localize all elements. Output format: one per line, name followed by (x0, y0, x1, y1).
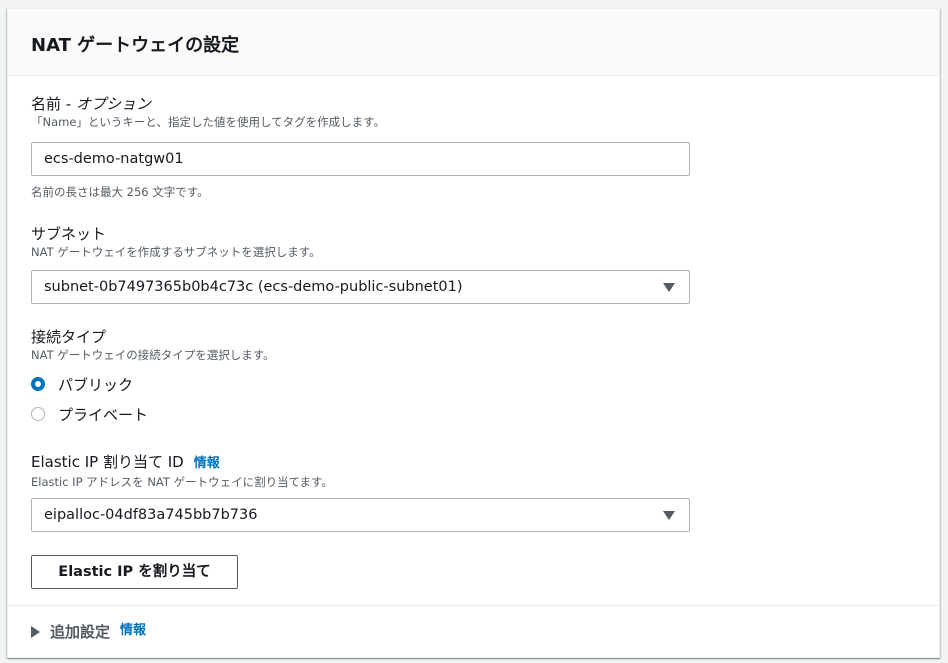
subnet-description: NAT ゲートウェイを作成するサブネットを選択します。 (31, 245, 321, 259)
name-constraint: 名前の長さは最大 256 文字です。 (31, 185, 209, 199)
eip-select[interactable]: eipalloc-04df83a745bb7b736 (31, 498, 690, 532)
radio-private[interactable]: プライベート (31, 403, 148, 425)
eip-info-link[interactable]: 情報 (194, 456, 220, 471)
radio-public-label: パブリック (58, 375, 134, 394)
caret-down-icon (663, 511, 675, 520)
panel-header: NAT ゲートウェイの設定 (8, 9, 939, 76)
eip-field-header: Elastic IP 割り当て ID 情報 Elastic IP アドレスを NA… (31, 452, 333, 490)
radio-selected-icon[interactable] (31, 377, 45, 391)
eip-select-value: eipalloc-04df83a745bb7b736 (44, 507, 258, 523)
section-divider (8, 605, 939, 606)
connectivity-description: NAT ゲートウェイの接続タイプを選択します。 (31, 348, 275, 362)
panel-title: NAT ゲートウェイの設定 (31, 35, 240, 56)
name-description: 「Name」というキーと、指定した値を使用してタグを作成します。 (31, 115, 385, 129)
eip-label-text: Elastic IP 割り当て ID (31, 453, 184, 471)
name-label: 名前 - オプション (31, 94, 385, 114)
additional-settings-expander[interactable]: 追加設定 情報 (31, 621, 146, 642)
name-label-optional: オプション (75, 95, 151, 113)
subnet-select[interactable]: subnet-0b7497365b0b4c73c (ecs-demo-publi… (31, 270, 690, 304)
caret-down-icon (663, 283, 675, 292)
name-input[interactable]: ecs-demo-natgw01 (31, 142, 690, 176)
subnet-field-header: サブネット NAT ゲートウェイを作成するサブネットを選択します。 (31, 224, 321, 260)
additional-settings-label[interactable]: 追加設定 (50, 621, 110, 642)
radio-private-label: プライベート (58, 405, 149, 424)
nat-gateway-settings-panel: NAT ゲートウェイの設定 名前 - オプション 「Name」というキーと、指定… (7, 8, 940, 658)
name-label-text: 名前 - (31, 95, 76, 113)
connectivity-field-header: 接続タイプ NAT ゲートウェイの接続タイプを選択します。 (31, 327, 275, 363)
subnet-select-value: subnet-0b7497365b0b4c73c (ecs-demo-publi… (44, 279, 463, 295)
subnet-label: サブネット (31, 225, 107, 243)
eip-label: Elastic IP 割り当て ID 情報 (31, 452, 333, 474)
connectivity-label: 接続タイプ (31, 328, 107, 346)
eip-description: Elastic IP アドレスを NAT ゲートウェイに割り当てます。 (31, 475, 333, 489)
caret-right-icon[interactable] (31, 625, 40, 638)
additional-info-link[interactable]: 情報 (120, 619, 146, 638)
radio-unselected-icon[interactable] (31, 407, 45, 421)
allocate-eip-button[interactable]: Elastic IP を割り当て (31, 555, 238, 589)
name-field-header: 名前 - オプション 「Name」というキーと、指定した値を使用してタグを作成し… (31, 94, 385, 130)
radio-public[interactable]: パブリック (31, 373, 133, 395)
